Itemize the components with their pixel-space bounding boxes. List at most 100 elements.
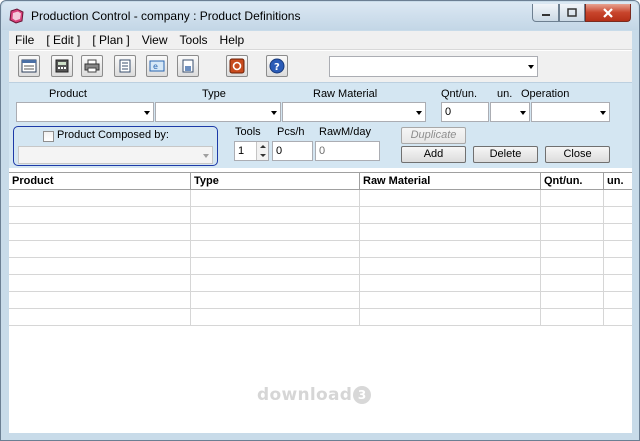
operation-select[interactable] xyxy=(531,102,610,122)
help-button[interactable]: ? xyxy=(266,55,288,77)
column-header-product[interactable]: Product xyxy=(9,173,191,190)
table-cell[interactable] xyxy=(191,241,360,258)
table-row[interactable] xyxy=(9,207,632,224)
table-cell[interactable] xyxy=(541,224,604,241)
delete-button[interactable]: Delete xyxy=(473,146,538,163)
table-cell[interactable] xyxy=(191,309,360,326)
table-cell[interactable] xyxy=(9,190,191,207)
table-cell[interactable] xyxy=(604,275,632,292)
tools-spinner[interactable]: 1 xyxy=(234,141,269,161)
table-cell[interactable] xyxy=(191,258,360,275)
table-cell[interactable] xyxy=(541,207,604,224)
calculator-icon xyxy=(55,59,69,73)
stop-icon xyxy=(229,58,245,74)
table-cell[interactable] xyxy=(191,292,360,309)
table-cell[interactable] xyxy=(9,292,191,309)
un-select[interactable] xyxy=(490,102,530,122)
table-cell[interactable] xyxy=(360,275,541,292)
print-button[interactable] xyxy=(81,55,103,77)
table-cell[interactable] xyxy=(360,292,541,309)
column-header-qnt-un[interactable]: Qnt/un. xyxy=(541,173,604,190)
table-cell[interactable] xyxy=(604,258,632,275)
column-header-un[interactable]: un. xyxy=(604,173,632,190)
type-select[interactable] xyxy=(155,102,281,122)
table-cell[interactable] xyxy=(541,292,604,309)
table-cell[interactable] xyxy=(541,275,604,292)
save-button[interactable] xyxy=(177,55,199,77)
calculator-button[interactable] xyxy=(51,55,73,77)
menu-plan[interactable]: [ Plan ] xyxy=(86,31,135,50)
raw-material-select[interactable] xyxy=(282,102,426,122)
table-cell[interactable] xyxy=(191,190,360,207)
grid-view-button[interactable] xyxy=(18,55,40,77)
maximize-button[interactable] xyxy=(559,4,585,22)
product-label: Product xyxy=(49,88,87,100)
table-cell[interactable] xyxy=(604,309,632,326)
tools-label: Tools xyxy=(235,126,261,138)
spinner-buttons[interactable] xyxy=(256,142,268,160)
table-cell[interactable] xyxy=(9,241,191,258)
close-button[interactable]: Close xyxy=(545,146,610,163)
table-cell[interactable] xyxy=(360,258,541,275)
table-cell[interactable] xyxy=(9,258,191,275)
table-row[interactable] xyxy=(9,190,632,207)
web-icon: e xyxy=(149,60,165,72)
column-header-raw-material[interactable]: Raw Material xyxy=(360,173,541,190)
chevron-down-icon xyxy=(271,111,277,115)
document-button[interactable] xyxy=(114,55,136,77)
product-grid[interactable]: Product Type Raw Material Qnt/un. un. do… xyxy=(9,172,632,429)
column-header-type[interactable]: Type xyxy=(191,173,360,190)
table-cell[interactable] xyxy=(360,241,541,258)
composed-checkbox[interactable] xyxy=(43,131,54,142)
table-row[interactable] xyxy=(9,224,632,241)
type-label: Type xyxy=(202,88,226,100)
table-cell[interactable] xyxy=(9,207,191,224)
table-cell[interactable] xyxy=(604,292,632,309)
menu-tools[interactable]: Tools xyxy=(174,31,214,50)
table-cell[interactable] xyxy=(541,258,604,275)
table-cell[interactable] xyxy=(604,190,632,207)
table-cell[interactable] xyxy=(360,190,541,207)
spin-up-icon[interactable] xyxy=(259,144,267,149)
table-cell[interactable] xyxy=(541,241,604,258)
table-cell[interactable] xyxy=(9,309,191,326)
menu-file[interactable]: File xyxy=(9,31,40,50)
add-button[interactable]: Add xyxy=(401,146,466,163)
table-cell[interactable] xyxy=(541,309,604,326)
table-cell[interactable] xyxy=(191,224,360,241)
toolbar-combo[interactable] xyxy=(329,56,538,77)
table-cell[interactable] xyxy=(604,207,632,224)
table-row[interactable] xyxy=(9,309,632,326)
table-row[interactable] xyxy=(9,241,632,258)
web-button[interactable]: e xyxy=(146,55,168,77)
close-window-button[interactable] xyxy=(585,4,631,22)
table-cell[interactable] xyxy=(604,241,632,258)
table-row[interactable] xyxy=(9,275,632,292)
table-cell[interactable] xyxy=(191,207,360,224)
title-bar[interactable]: Production Control - company : Product D… xyxy=(2,2,638,30)
spin-down-icon[interactable] xyxy=(259,153,267,158)
table-cell[interactable] xyxy=(604,224,632,241)
rawm-day-input[interactable]: 0 xyxy=(315,141,380,161)
pcs-h-input[interactable]: 0 xyxy=(272,141,313,161)
table-cell[interactable] xyxy=(541,190,604,207)
composed-by-select[interactable] xyxy=(18,146,213,164)
table-cell[interactable] xyxy=(191,275,360,292)
menu-help[interactable]: Help xyxy=(214,31,251,50)
table-cell[interactable] xyxy=(360,224,541,241)
table-cell[interactable] xyxy=(360,309,541,326)
table-cell[interactable] xyxy=(360,207,541,224)
chevron-down-icon xyxy=(520,111,526,115)
menu-edit[interactable]: [ Edit ] xyxy=(40,31,86,50)
duplicate-button[interactable]: Duplicate xyxy=(401,127,466,144)
composed-label: Product Composed by: xyxy=(57,129,169,141)
table-row[interactable] xyxy=(9,258,632,275)
menu-view[interactable]: View xyxy=(136,31,174,50)
product-select[interactable] xyxy=(16,102,154,122)
stop-button[interactable] xyxy=(226,55,248,77)
qnt-un-input[interactable]: 0 xyxy=(441,102,489,122)
table-cell[interactable] xyxy=(9,224,191,241)
table-row[interactable] xyxy=(9,292,632,309)
minimize-button[interactable] xyxy=(532,4,559,22)
table-cell[interactable] xyxy=(9,275,191,292)
